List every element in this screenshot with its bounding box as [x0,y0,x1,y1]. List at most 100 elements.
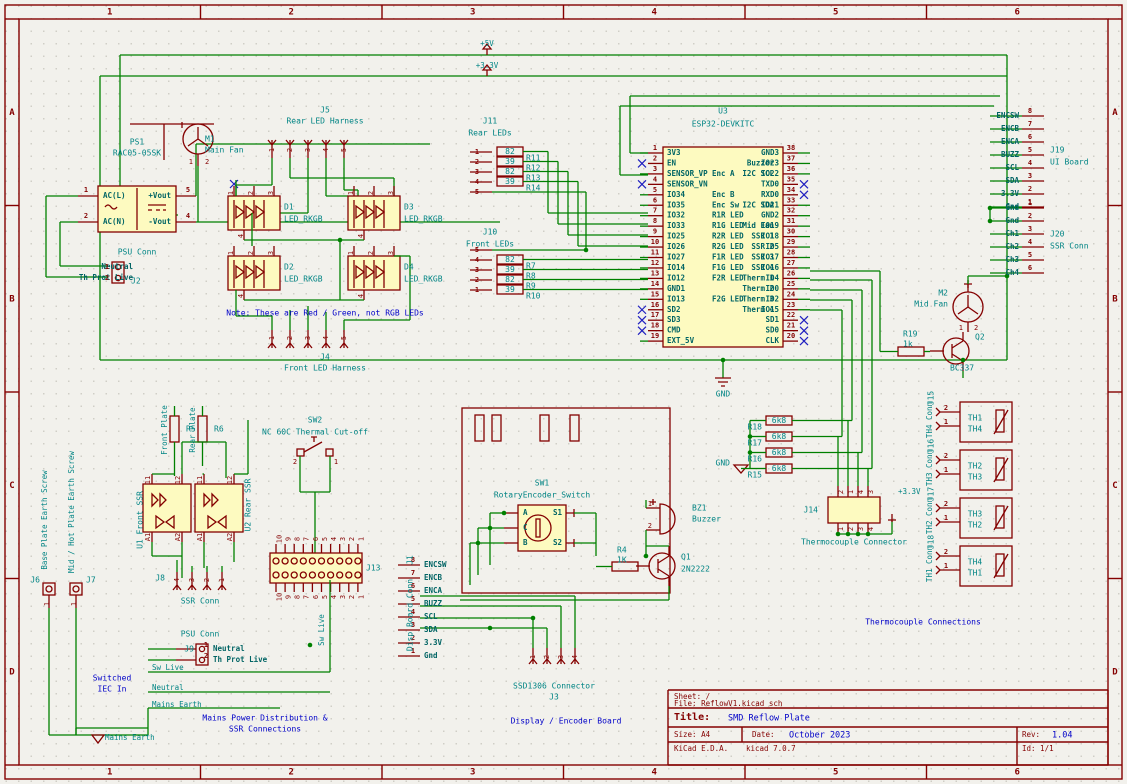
j5-pinnum: 2 [286,148,294,152]
led-pinnum: 1 [227,251,235,255]
border-number: 2 [289,768,294,778]
sw1-pin: S1 [553,508,563,517]
therm-conn-ref: J16 [927,439,936,454]
j19-pinnum: 7 [1028,120,1032,128]
u3-left-pinnum: 10 [651,238,659,246]
j5-pinnum: 3 [304,148,312,152]
j1-ref: J1 [406,555,415,565]
therm-pinnum: 2 [944,404,948,412]
mains-earth-bottom: Mains Earth [105,733,155,742]
led-pinnum: 4 [357,234,365,238]
j13-pinnum: 3 [339,595,347,599]
j14-pinnum: 1 [837,527,845,531]
ssr-pinnum: A1 [196,533,204,541]
u3-left-pinname: SD2 [667,305,681,314]
j13-pinnum: 3 [339,537,347,541]
ps1-value: RAC05-05SK [113,149,161,158]
u3-left-pinfunc: F2R LED [712,273,744,282]
j2-ref: J2 [131,277,141,286]
r-ref: R12 [526,164,541,173]
therm-conn-ref: J18 [927,535,936,550]
ssr-pinnum: 11 [144,476,152,484]
u3-left-pinfunc: F2G LED [712,294,744,303]
u3-left-pinnum: 6 [653,196,657,204]
u3-left-pinnum: 1 [653,144,657,152]
u3-left-pinfunc: R1G LED [712,221,744,230]
u3-left-pinname: IO13 [667,294,686,303]
tb-date-value: October 2023 [789,731,850,741]
j8-pinnum: 1 [218,578,226,582]
u3-right-pinfunc: I2C SCL [742,169,774,178]
j20-pinnum: 6 [1028,264,1032,272]
u3-right-pinnum: 24 [787,290,795,298]
psu-conn-note: PSU Conn [118,248,157,257]
q2-ref: Q2 [975,333,985,342]
m2-pinnum: 1 [959,324,963,332]
ssr-pinnum: 12 [226,476,234,484]
r19-ref: R19 [903,330,918,339]
psu-conn2-title: PSU Conn [181,630,220,639]
u3-left-pinnum: 8 [653,217,657,225]
u3-right-pinfunc: Therm 1 [742,273,774,282]
j14-pinnum: 3 [857,527,865,531]
j2-pinnum: 1 [105,263,109,271]
led-pinnum: 4 [357,294,365,298]
j20-pinnum: 3 [1028,225,1032,233]
u3-right-pinfunc: Buzzer [747,158,775,167]
r-ref: R14 [526,184,541,193]
j14-pinnum: 2 [837,490,845,494]
j19-pinnum: 2 [1028,185,1032,193]
u3-left-pinfunc: R2G LED [712,242,744,251]
border-letter: C [1112,481,1117,491]
u3-left-pinname: IO26 [667,242,686,251]
j10-ref: J10 [483,228,498,237]
sw2-ref: SW2 [308,416,323,425]
r-value: 82 [505,167,515,176]
ssd1306-pinnum: 3 [557,655,565,659]
j13-pinnum: 2 [348,537,356,541]
j13-pinnum: 2 [348,595,356,599]
j20-pinname: Gnd [1005,203,1019,212]
j13-pinnum: 4 [330,537,338,541]
j11-pinnum: 4 [475,178,479,186]
sw1-ref: SW1 [535,479,550,488]
r-ref: R9 [526,282,536,291]
j7-ref: J7 [86,576,96,585]
j8-pinnum: 2 [203,578,211,582]
ssr-pinnum: A2 [174,533,182,541]
j4-value: Front LED Harness [284,364,366,373]
sw-live-vert: Sw Live [317,614,326,646]
u3-right-pinname: GND2 [761,211,779,220]
led-pinnum: 3 [387,191,395,195]
j19-pinnum: 5 [1028,146,1032,154]
r-value: 39 [505,265,515,274]
u3-right-pinnum: 31 [787,217,795,225]
m1-pinnum: 1 [189,158,193,166]
bz1-pinnum: 1 [648,500,652,508]
therm-pinnum: 2 [944,500,948,508]
bz1-ref: BZ1 [692,504,707,513]
j14-pinnum: 4 [857,490,865,494]
j19-pinname: ENCB [1001,124,1020,133]
led-value: LED_RKGB [404,275,443,284]
u3-left-pinname: IO34 [667,190,686,199]
therm-ref: TH4 [968,558,983,567]
therm-pinnum: 1 [944,418,948,426]
ssr-pinnum: A2 [226,533,234,541]
ps1-pin-acn: AC(N) [103,217,126,226]
iec-neutral: Neutral [152,683,184,692]
therm-value: TH2 [968,521,983,530]
j13-pinnum: 5 [321,595,329,599]
j13-pinnum: 9 [285,537,293,541]
j13-pinnum: 9 [285,595,293,599]
u3-right-pinnum: 35 [787,175,795,183]
u3-left-pinname: CMD [667,326,681,335]
j19-pinnum: 6 [1028,133,1032,141]
j13-ref: J13 [366,564,381,573]
schematic-sheet: AABBCCDD112233445566+5V+3.3VGNDGND+3.3VP… [0,0,1127,784]
u3-value: ESP32-DEVKITC [692,120,755,129]
ps1-pinnum: 2 [84,212,88,220]
u3-left-pinname: EXT_5V [667,336,695,345]
display-note: Display / Encoder Board [511,717,622,726]
u3-left-pinname: IO35 [667,200,685,209]
